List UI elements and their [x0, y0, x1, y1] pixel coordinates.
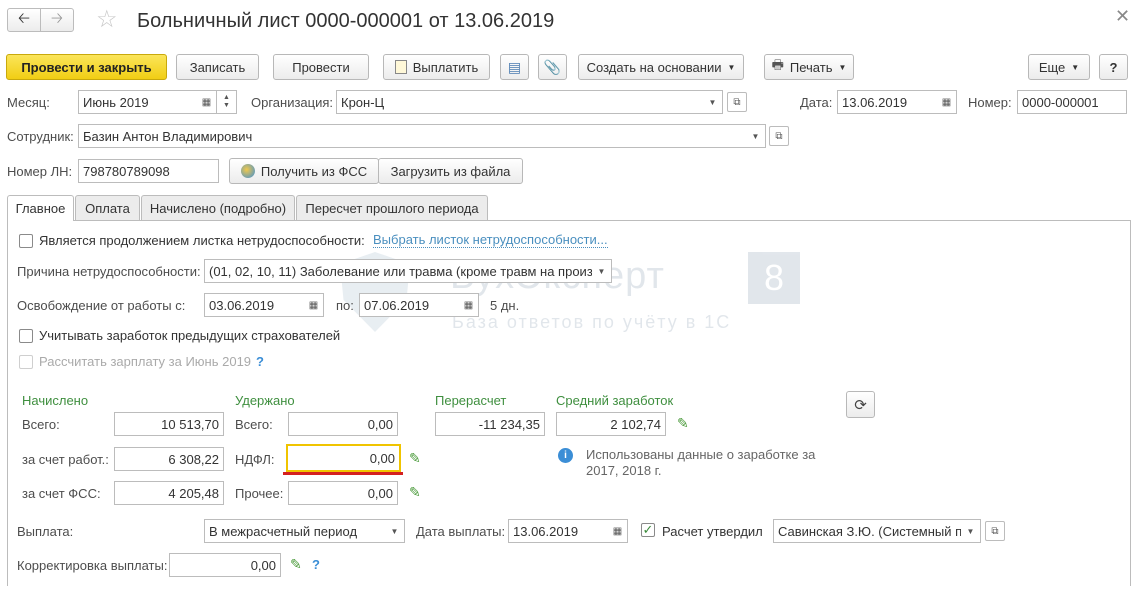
payout-date-label: Дата выплаты:	[416, 524, 506, 539]
accrued-fss-label: за счет ФСС:	[22, 486, 101, 501]
ndfl-field[interactable]: 0,00	[286, 444, 401, 472]
dropdown-arrow-icon: ▼	[390, 526, 399, 536]
release-from-field[interactable]: 03.06.2019	[204, 293, 305, 317]
accrued-fss-field[interactable]: 4 205,48	[114, 481, 224, 505]
release-days: 5 дн.	[490, 298, 520, 313]
calc-salary-help-icon[interactable]: ?	[256, 354, 264, 369]
continuation-checkbox[interactable]	[19, 234, 33, 248]
correction-edit-pencil-icon[interactable]: ✎	[290, 556, 302, 573]
recalc-title: Перерасчет	[435, 393, 507, 408]
other-label: Прочее:	[235, 486, 284, 501]
calendar-icon: ▦	[463, 299, 474, 311]
refresh-button[interactable]: ⟳	[846, 391, 875, 418]
info-text-line1: Использованы данные о заработке за	[586, 447, 816, 462]
release-from-calendar-button[interactable]: ▦	[304, 293, 324, 317]
other-edit-pencil-icon[interactable]: ✎	[409, 484, 421, 501]
approved-by-dropdown-button[interactable]: ▼	[961, 519, 981, 543]
release-to-calendar-button[interactable]: ▦	[459, 293, 479, 317]
accrued-employer-field[interactable]: 6 308,22	[114, 447, 224, 471]
info-icon: i	[558, 448, 573, 463]
other-field[interactable]: 0,00	[288, 481, 398, 505]
release-to-label: по:	[336, 298, 354, 313]
reason-dropdown-button[interactable]: ▼	[592, 259, 612, 283]
payout-field[interactable]: В межрасчетный период	[204, 519, 386, 543]
release-to-field[interactable]: 07.06.2019	[359, 293, 460, 317]
continuation-label: Является продолжением листка нетрудоспос…	[39, 233, 365, 248]
payout-date-calendar-button[interactable]: ▦	[608, 519, 628, 543]
calc-salary-checkbox	[19, 355, 33, 369]
checkmark-icon: ✓	[642, 522, 654, 537]
ndfl-edit-pencil-icon[interactable]: ✎	[409, 450, 421, 467]
payout-label: Выплата:	[17, 524, 74, 539]
dropdown-arrow-icon: ▼	[597, 266, 606, 276]
select-sick-leave-link[interactable]: Выбрать листок нетрудоспособности...	[373, 233, 608, 248]
calc-salary-label: Рассчитать зарплату за Июнь 2019	[39, 354, 252, 369]
prev-insurers-label: Учитывать заработок предыдущих страховат…	[39, 328, 341, 343]
approved-by-open-button[interactable]: ⧉	[985, 521, 1005, 541]
withheld-title: Удержано	[235, 393, 295, 408]
approved-label: Расчет утвердил	[662, 524, 763, 539]
accrued-employer-label: за счет работ.:	[22, 452, 109, 467]
info-text-line2: 2017, 2018 г.	[586, 463, 662, 478]
correction-label: Корректировка выплаты:	[17, 558, 168, 573]
accrued-total-field[interactable]: 10 513,70	[114, 412, 224, 436]
accrued-total-label: Всего:	[22, 417, 60, 432]
accrued-title: Начислено	[22, 393, 89, 408]
reason-label: Причина нетрудоспособности:	[17, 264, 201, 279]
payout-dropdown-button[interactable]: ▼	[385, 519, 405, 543]
avg-earnings-field[interactable]: 2 102,74	[556, 412, 666, 436]
avg-earnings-title: Средний заработок	[556, 393, 674, 408]
calendar-icon: ▦	[308, 299, 319, 311]
dropdown-arrow-icon: ▼	[966, 526, 975, 536]
prev-insurers-checkbox[interactable]	[19, 329, 33, 343]
refresh-icon: ⟳	[854, 396, 867, 414]
payout-date-field[interactable]: 13.06.2019	[508, 519, 609, 543]
correction-help-icon[interactable]: ?	[312, 557, 320, 572]
approved-by-field[interactable]: Савинская З.Ю. (Системный п	[773, 519, 962, 543]
ndfl-highlight-underline	[283, 472, 403, 475]
withheld-total-field[interactable]: 0,00	[288, 412, 398, 436]
open-link-icon: ⧉	[991, 525, 999, 537]
ndfl-label: НДФЛ:	[235, 452, 275, 467]
reason-field[interactable]: (01, 02, 10, 11) Заболевание или травма …	[204, 259, 593, 283]
avg-edit-pencil-icon[interactable]: ✎	[677, 415, 689, 432]
withheld-total-label: Всего:	[235, 417, 273, 432]
release-label: Освобождение от работы с:	[17, 298, 186, 313]
calendar-icon: ▦	[612, 525, 623, 537]
approved-checkbox[interactable]: ✓	[641, 523, 655, 537]
recalc-field[interactable]: -11 234,35	[435, 412, 545, 436]
correction-field[interactable]: 0,00	[169, 553, 281, 577]
